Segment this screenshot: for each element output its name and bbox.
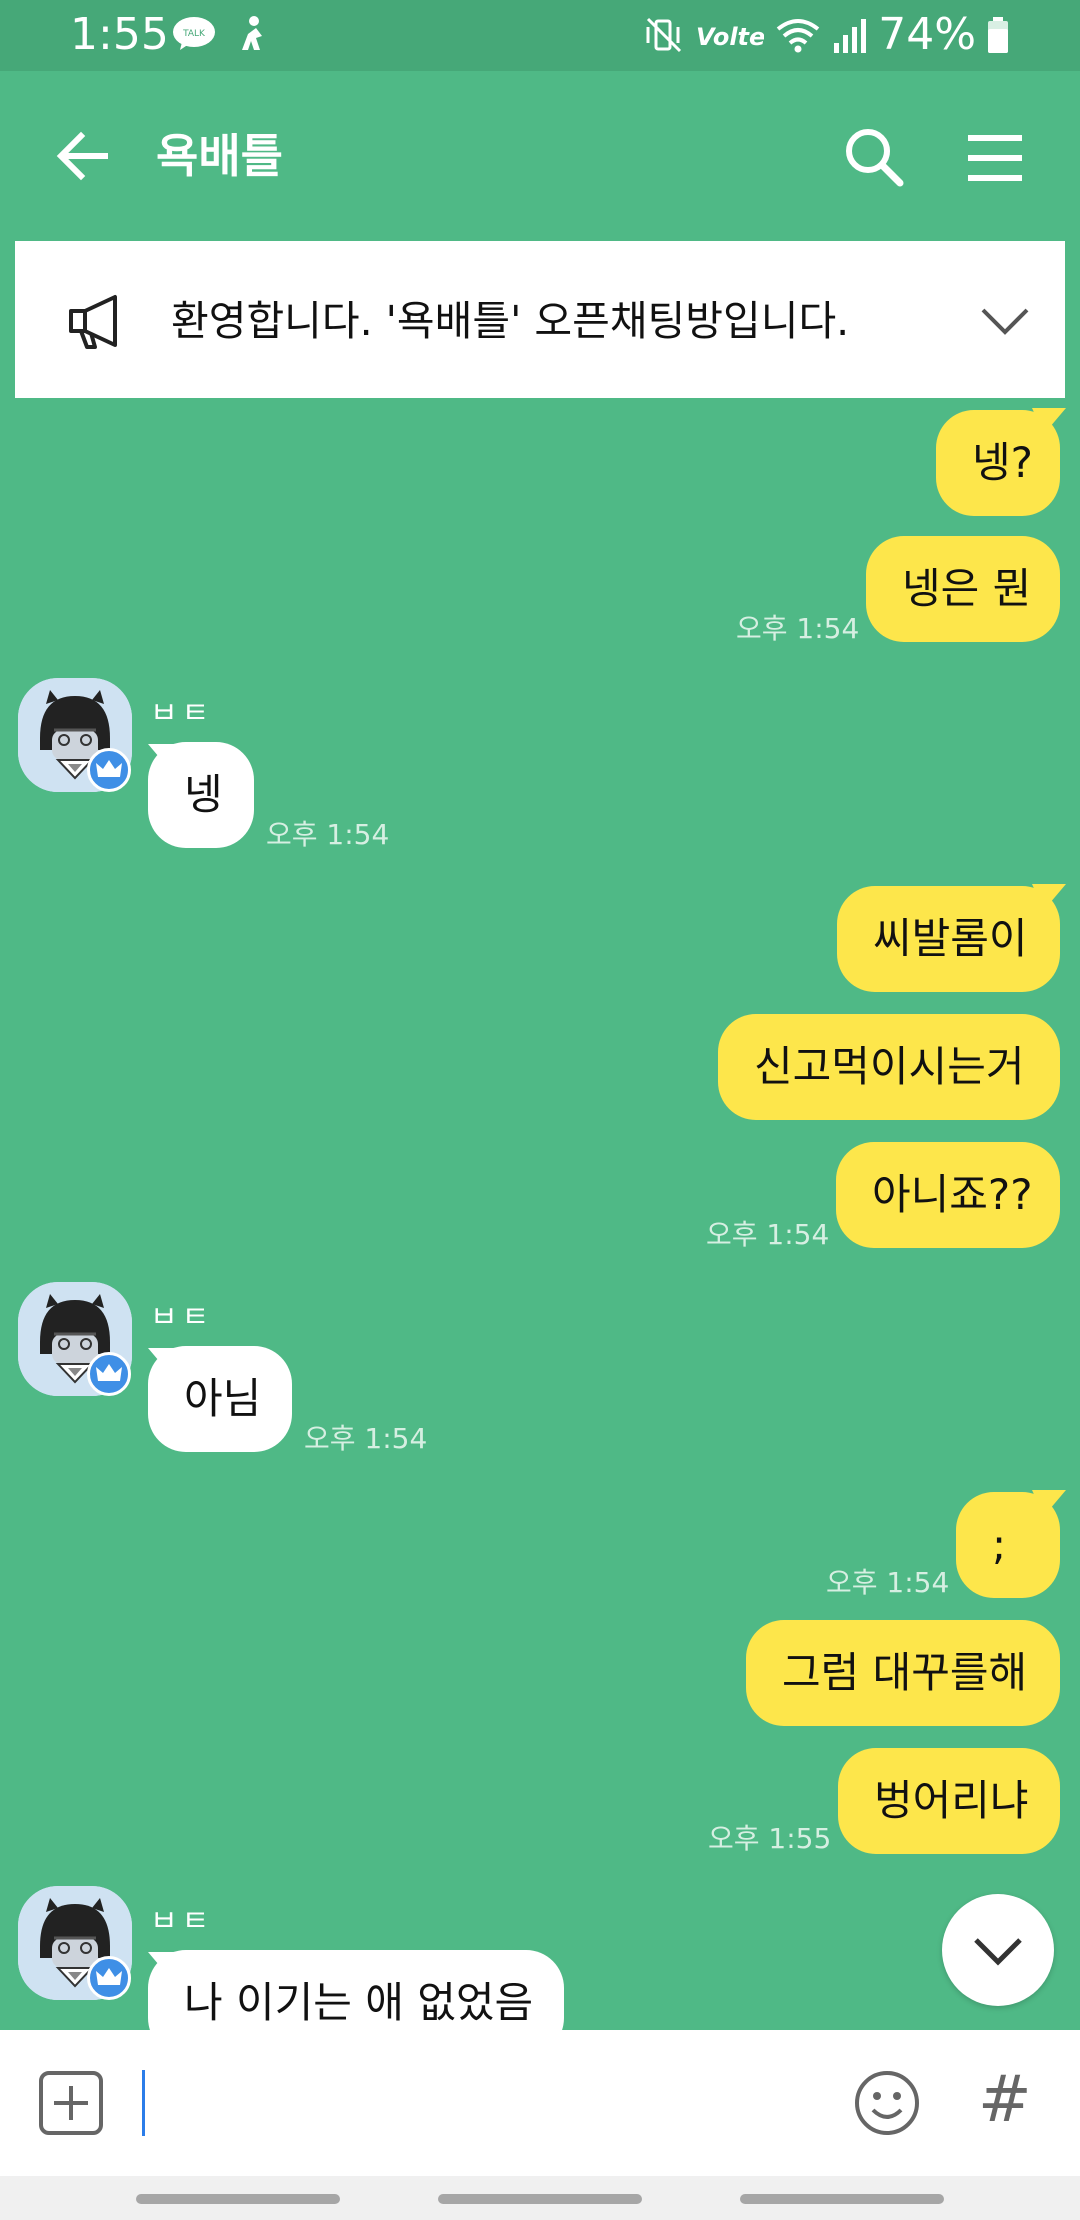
notice-text: 환영합니다. '욕배틀' 오픈채팅방입니다. <box>171 297 850 345</box>
chevron-down-icon <box>974 1938 1022 1966</box>
status-bar: 1:55 TALK Volte 74% <box>0 0 1080 71</box>
message-input-bar: # <box>0 2030 1080 2176</box>
vibrate-mute-icon <box>646 17 682 53</box>
search-button[interactable] <box>840 123 910 193</box>
notice-banner[interactable]: 환영합니다. '욕배틀' 오픈채팅방입니다. <box>15 241 1065 398</box>
svg-text:Volte: Volte <box>696 23 764 51</box>
kakaotalk-notification-icon: TALK <box>173 17 215 50</box>
sender-name: ㅂㅌ <box>150 1904 214 1939</box>
message-bubble[interactable]: 벙어리냐 <box>838 1748 1060 1854</box>
bubble-tail <box>1032 1490 1066 1516</box>
message-time: 오후 1:54 <box>706 1218 830 1251</box>
page-title: 욕배틀 <box>156 129 283 183</box>
back-arrow-icon <box>56 131 108 181</box>
status-time: 1:55 <box>70 9 169 60</box>
message-bubble[interactable]: 아님 <box>148 1346 292 1452</box>
message-bubble[interactable]: 그럼 대꾸를해 <box>746 1620 1060 1726</box>
menu-button[interactable] <box>960 123 1030 193</box>
app-bar: 욕배틀 <box>0 71 1080 241</box>
emoji-button[interactable] <box>852 2068 922 2138</box>
nav-back-button[interactable] <box>740 2194 944 2204</box>
message-time: 오후 1:54 <box>826 1566 950 1599</box>
hashtag-button[interactable]: # <box>978 2060 1032 2140</box>
chat-list[interactable]: 넹? 넹은 뭔 오후 1:54 ㅂㅌ 넹 오후 1:54 씨발롬이 신고먹이시는… <box>0 398 1080 2030</box>
message-bubble[interactable]: 신고먹이시는거 <box>718 1014 1060 1120</box>
message-time: 오후 1:54 <box>266 818 390 851</box>
signal-icon <box>834 19 867 53</box>
volte-icon: Volte <box>696 23 764 51</box>
back-button[interactable] <box>50 121 120 191</box>
plus-box-icon <box>39 2071 103 2135</box>
battery-percent: 74% <box>878 9 976 60</box>
crown-badge-icon <box>87 1956 131 2000</box>
search-icon <box>846 129 904 187</box>
chevron-down-icon[interactable] <box>975 296 1035 346</box>
megaphone-icon <box>69 295 117 349</box>
wifi-icon <box>776 19 820 53</box>
message-time: 오후 1:55 <box>708 1822 832 1855</box>
message-bubble[interactable]: 씨발롬이 <box>837 886 1060 992</box>
battery-icon <box>988 17 1008 53</box>
nav-recents-button[interactable] <box>136 2194 340 2204</box>
sender-name: ㅂㅌ <box>150 696 214 731</box>
message-bubble[interactable]: 나 이기는 애 없었음 <box>148 1950 564 2030</box>
attach-button[interactable] <box>38 2070 104 2136</box>
bubble-tail <box>1032 408 1066 434</box>
sender-name: ㅂㅌ <box>150 1300 214 1335</box>
message-input[interactable] <box>140 2068 820 2138</box>
menu-icon <box>968 135 1022 181</box>
crown-badge-icon <box>87 748 131 792</box>
bubble-tail <box>1032 884 1066 910</box>
scroll-to-bottom-button[interactable] <box>942 1894 1054 2006</box>
message-bubble[interactable]: 넹은 뭔 <box>866 536 1060 642</box>
crown-badge-icon <box>87 1352 131 1396</box>
svg-text:TALK: TALK <box>182 29 206 39</box>
nav-home-button[interactable] <box>438 2194 642 2204</box>
system-nav-bar <box>0 2176 1080 2220</box>
message-time: 오후 1:54 <box>304 1422 428 1455</box>
message-bubble[interactable]: 넹 <box>148 742 254 848</box>
message-other: ㅂㅌ 나 이기는 애 없었음 <box>0 398 1080 2030</box>
emoji-icon <box>855 2071 919 2135</box>
accessibility-icon <box>242 16 262 50</box>
status-right: Volte 74% <box>644 10 1010 60</box>
text-caret <box>142 2070 145 2136</box>
message-time: 오후 1:54 <box>736 612 860 645</box>
message-bubble[interactable]: 아니죠?? <box>836 1142 1060 1248</box>
